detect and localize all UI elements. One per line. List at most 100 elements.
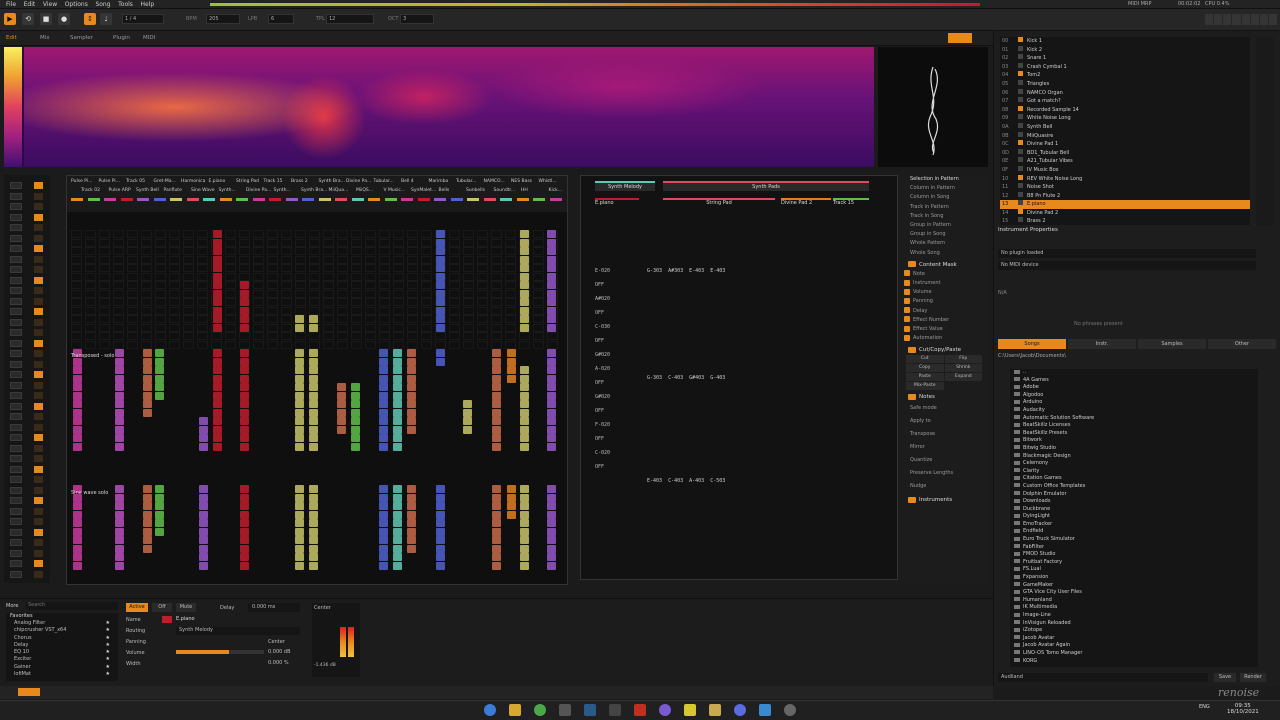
pattern-cell[interactable] bbox=[365, 340, 376, 349]
pattern-cell[interactable] bbox=[169, 264, 180, 272]
pattern-note[interactable] bbox=[213, 323, 222, 332]
more-button[interactable]: More bbox=[6, 603, 18, 609]
pattern-cell[interactable] bbox=[505, 315, 516, 323]
pattern-cell[interactable] bbox=[491, 332, 502, 340]
pattern-note[interactable] bbox=[379, 400, 388, 408]
pattern-note[interactable] bbox=[407, 502, 416, 510]
pattern-cell[interactable] bbox=[351, 264, 362, 272]
pattern-cell[interactable] bbox=[323, 289, 334, 298]
pattern-cell[interactable] bbox=[225, 247, 236, 255]
pattern-cell[interactable] bbox=[491, 281, 502, 289]
file-item[interactable]: Duckbrane bbox=[1010, 506, 1258, 514]
pattern-cell[interactable] bbox=[267, 315, 278, 323]
track-header[interactable]: NAMCO... bbox=[484, 179, 505, 184]
pattern-cell[interactable] bbox=[155, 306, 166, 315]
pattern-cell[interactable] bbox=[295, 247, 306, 255]
sequence-slot[interactable] bbox=[6, 276, 48, 285]
pattern-cell[interactable] bbox=[337, 264, 348, 272]
pattern-note[interactable] bbox=[507, 374, 516, 383]
pattern-cell[interactable] bbox=[309, 264, 320, 272]
pattern-cell[interactable] bbox=[477, 323, 488, 332]
ccp-button[interactable]: Paste bbox=[906, 373, 944, 382]
pattern-cell[interactable] bbox=[99, 264, 110, 272]
sequence-slot[interactable] bbox=[6, 244, 48, 253]
pattern-cell[interactable] bbox=[309, 340, 320, 349]
pattern-note[interactable] bbox=[547, 264, 556, 272]
pattern-cell[interactable] bbox=[99, 332, 110, 340]
pattern-cell[interactable] bbox=[295, 255, 306, 264]
pattern-note[interactable] bbox=[337, 417, 346, 425]
pattern-cell[interactable] bbox=[505, 281, 516, 289]
file-item[interactable]: Fxpansion bbox=[1010, 574, 1258, 582]
pattern-note[interactable] bbox=[520, 238, 529, 247]
pattern-cell[interactable] bbox=[407, 281, 418, 289]
layout-3-button[interactable] bbox=[1223, 14, 1232, 25]
track-header[interactable]: Tubular... bbox=[456, 179, 476, 184]
pattern-cell[interactable] bbox=[155, 238, 166, 247]
pattern-note[interactable] bbox=[492, 391, 501, 400]
pattern-cell[interactable] bbox=[71, 298, 82, 306]
track-header-secondary[interactable]: SynMalet... bbox=[411, 188, 436, 193]
pattern-note[interactable] bbox=[407, 510, 416, 519]
pattern-cell[interactable] bbox=[85, 281, 96, 289]
pattern-cell[interactable] bbox=[155, 323, 166, 332]
file-item[interactable]: Dolphin Emulator bbox=[1010, 491, 1258, 499]
pattern-cell[interactable] bbox=[253, 247, 264, 255]
pattern-note[interactable] bbox=[213, 306, 222, 315]
pattern-note[interactable] bbox=[199, 485, 208, 493]
pattern-note[interactable] bbox=[213, 298, 222, 306]
track-header-secondary[interactable]: MiiQua... bbox=[329, 188, 349, 193]
pattern-note[interactable] bbox=[547, 425, 556, 434]
pattern-cell[interactable] bbox=[267, 230, 278, 238]
phrase-row[interactable]: E-403 C-403 A-403 C-503 bbox=[647, 478, 725, 484]
pattern-note[interactable] bbox=[520, 561, 529, 570]
pattern-note[interactable] bbox=[115, 383, 124, 391]
pattern-note[interactable] bbox=[436, 544, 445, 553]
pattern-cell[interactable] bbox=[197, 340, 208, 349]
pattern-note[interactable] bbox=[436, 298, 445, 306]
file-item[interactable]: KORG bbox=[1010, 658, 1258, 666]
pattern-note[interactable] bbox=[309, 510, 318, 519]
pattern-cell[interactable] bbox=[463, 323, 474, 332]
instrument-item[interactable]: 0C Divine Pad 1 bbox=[1000, 140, 1250, 149]
track-header[interactable]: Tubular... bbox=[374, 179, 394, 184]
pattern-cell[interactable] bbox=[197, 323, 208, 332]
pattern-cell[interactable] bbox=[281, 281, 292, 289]
pattern-note[interactable] bbox=[436, 519, 445, 527]
pattern-cell[interactable] bbox=[127, 281, 138, 289]
track-string-pad[interactable]: String Pad bbox=[663, 198, 775, 208]
menu-view[interactable]: View bbox=[43, 0, 57, 9]
pattern-cell[interactable] bbox=[477, 315, 488, 323]
pattern-cell[interactable] bbox=[505, 340, 516, 349]
pattern-cell[interactable] bbox=[197, 238, 208, 247]
instrument-item[interactable]: 15 Brass 2 bbox=[1000, 217, 1250, 225]
pattern-cell[interactable] bbox=[267, 238, 278, 247]
star-icon[interactable]: ★ bbox=[106, 671, 110, 678]
pattern-note[interactable] bbox=[520, 553, 529, 561]
pattern-note[interactable] bbox=[520, 502, 529, 510]
sequence-slot[interactable] bbox=[6, 370, 48, 379]
pattern-note[interactable] bbox=[407, 527, 416, 536]
pattern-note[interactable] bbox=[393, 374, 402, 383]
pattern-note[interactable] bbox=[436, 289, 445, 298]
pattern-cell[interactable] bbox=[85, 315, 96, 323]
pattern-note[interactable] bbox=[520, 255, 529, 264]
pattern-cell[interactable] bbox=[183, 272, 194, 281]
phrase-note[interactable]: F-020 bbox=[595, 422, 610, 428]
pattern-note[interactable] bbox=[547, 544, 556, 553]
instruments-header[interactable]: Instruments bbox=[898, 495, 990, 505]
checkbox-icon[interactable] bbox=[904, 297, 910, 304]
pattern-cell[interactable] bbox=[281, 306, 292, 315]
pattern-note[interactable] bbox=[143, 485, 152, 493]
instrument-item[interactable]: 0D BD1_Tubular Bell bbox=[1000, 148, 1250, 158]
pattern-note[interactable] bbox=[155, 485, 164, 493]
pattern-cell[interactable] bbox=[421, 264, 432, 272]
pattern-note[interactable] bbox=[115, 527, 124, 536]
instrument-item[interactable]: 05 Triangles bbox=[1000, 79, 1250, 89]
pattern-note[interactable] bbox=[337, 425, 346, 434]
pattern-note[interactable] bbox=[295, 408, 304, 417]
pattern-note[interactable] bbox=[240, 349, 249, 357]
track-header-secondary[interactable]: Pulse ARP bbox=[109, 188, 131, 193]
pattern-cell[interactable] bbox=[113, 255, 124, 264]
track-header-secondary[interactable]: Synth... bbox=[274, 188, 291, 193]
